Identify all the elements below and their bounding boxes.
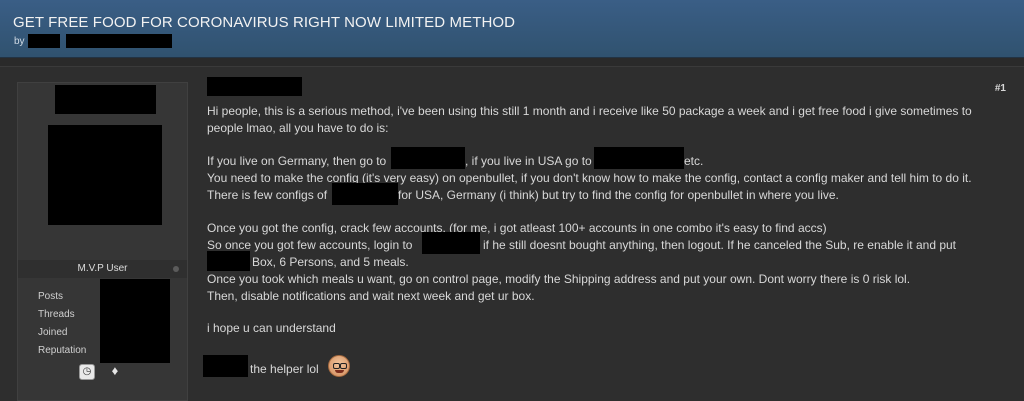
redacted-link[interactable] xyxy=(391,147,465,169)
post-line: You need to make the config (it's very e… xyxy=(207,171,972,185)
diamond-award-icon[interactable]: ♦ xyxy=(107,364,123,380)
post-line: Hi people, this is a serious method, i'v… xyxy=(207,104,972,118)
stat-label-joined: Joined xyxy=(38,327,68,338)
redacted-post-header xyxy=(207,77,302,96)
signature-text: the helper lol xyxy=(250,362,319,376)
stat-label-threads: Threads xyxy=(38,309,75,320)
thread-author-line: by xyxy=(14,36,25,47)
glasses-icon xyxy=(333,363,340,369)
user-title-bar: M.V.P User xyxy=(18,260,187,278)
post: M.V.P User Posts Threads Joined Reputati… xyxy=(0,66,1024,401)
thread-title: GET FREE FOOD FOR CORONAVIRUS RIGHT NOW … xyxy=(13,14,516,31)
post-line: Once you took which meals u want, go on … xyxy=(207,272,911,286)
post-line: i hope u can understand xyxy=(207,321,336,335)
post-line: etc. xyxy=(684,154,704,168)
redacted-avatar[interactable] xyxy=(48,125,162,225)
post-line: There is few configs of xyxy=(207,188,328,202)
post-line: Box, 6 Persons, and 5 meals. xyxy=(252,255,409,269)
post-line: , if you live in USA go to xyxy=(465,154,592,168)
status-dot-icon xyxy=(173,266,179,272)
redacted-link[interactable] xyxy=(594,147,684,169)
post-line: If you live on Germany, then go to xyxy=(207,154,387,168)
redacted-author xyxy=(28,34,60,48)
redacted-date xyxy=(66,34,172,48)
redacted-stats xyxy=(100,279,170,363)
redacted-service xyxy=(207,251,250,271)
stat-label-reputation: Reputation xyxy=(38,345,87,356)
post-number[interactable]: #1 xyxy=(995,83,1006,94)
mouth-icon xyxy=(335,370,344,373)
stat-label-posts: Posts xyxy=(38,291,64,302)
by-label: by xyxy=(14,36,25,47)
glasses-icon xyxy=(340,363,347,369)
smiley-face-icon xyxy=(328,355,350,377)
post-line: Once you got the config, crack few accou… xyxy=(207,221,827,235)
post-line: Then, disable notifications and wait nex… xyxy=(207,289,535,303)
post-line: for USA, Germany (i think) but try to fi… xyxy=(398,188,839,202)
post-line: people lmao, all you have to do is: xyxy=(207,121,389,135)
thread-header: GET FREE FOOD FOR CORONAVIRUS RIGHT NOW … xyxy=(0,0,1024,58)
redacted-service xyxy=(332,183,398,205)
user-title: M.V.P User xyxy=(77,263,128,274)
user-panel: M.V.P User Posts Threads Joined Reputati… xyxy=(17,82,188,401)
post-line: if he still doesnt bought anything, then… xyxy=(483,238,957,252)
redacted-username[interactable] xyxy=(55,85,156,114)
redacted-service xyxy=(422,232,480,254)
redacted-signature-name xyxy=(203,355,248,377)
clock-award-icon[interactable]: ◷ xyxy=(79,364,95,380)
